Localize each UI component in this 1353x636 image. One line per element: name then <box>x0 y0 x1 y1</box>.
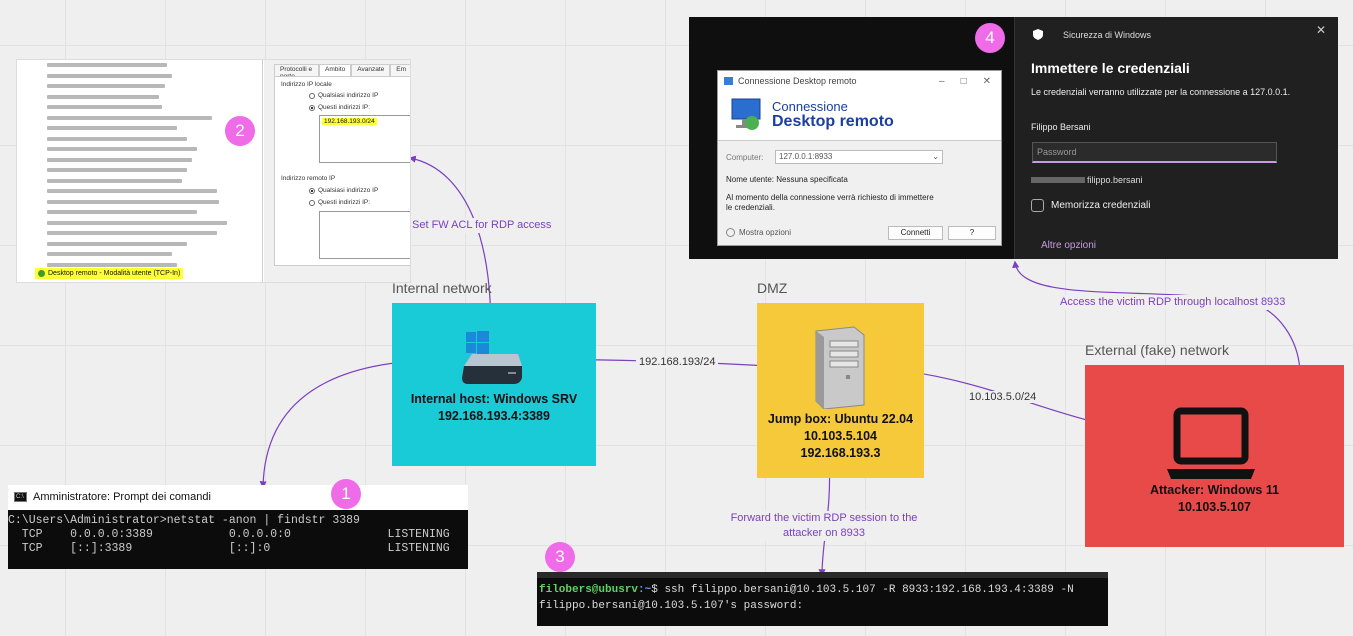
internal-subnet-label: 192.168.193/24 <box>636 356 719 368</box>
step-badge-2: 2 <box>225 116 255 146</box>
rdp-screenshot: Connessione Desktop remoto – □ ✕ Connessio… <box>689 17 1338 259</box>
internal-host-address: 192.168.193.4:3389 <box>438 409 550 423</box>
ssh-command: ssh filippo.bersani@10.103.5.107 -R 8933… <box>664 584 1074 596</box>
connect-button[interactable]: Connetti <box>888 226 943 240</box>
minimize-icon[interactable]: – <box>939 76 945 87</box>
cmd-line-2: TCP 0.0.0.0:3389 0.0.0.0:0 LISTENING <box>8 528 450 541</box>
shield-icon <box>1033 29 1043 40</box>
tab-scope[interactable]: Ambito <box>319 64 352 76</box>
cmd-line-3: TCP [::]:3389 [::]:0 LISTENING <box>8 542 450 555</box>
local-any-ip-radio[interactable]: Qualsiasi indirizzo IP <box>309 92 378 99</box>
dmz-title: DMZ <box>757 280 788 296</box>
computer-label: Computer: <box>726 153 764 162</box>
internal-host-name: Internal host: Windows SRV <box>410 392 578 406</box>
help-button[interactable]: ? <box>948 226 996 240</box>
account-line: filippo.bersani <box>1031 175 1143 185</box>
external-network-title: External (fake) network <box>1085 342 1229 358</box>
remember-label: Memorizza credenziali <box>1051 200 1151 211</box>
mstsc-banner-line2: Desktop remoto <box>772 113 894 130</box>
firewall-rule-screenshot: Desktop remoto - Modalità utente (TCP-In… <box>16 59 411 283</box>
fw-acl-label: Set FW ACL for RDP access <box>412 218 552 233</box>
external-subnet-label: 10.103.5.0/24 <box>966 391 1040 403</box>
external-network-zone: Attacker: Windows 11 10.103.5.107 <box>1085 365 1344 547</box>
close-icon[interactable]: ✕ <box>1316 23 1326 37</box>
step-badge-3: 3 <box>545 542 575 572</box>
cmd-output[interactable]: C:\Users\Administrator>netstat -anon | f… <box>8 510 468 569</box>
mstsc-titlebar: Connessione Desktop remoto – □ ✕ <box>718 71 1001 91</box>
server-tower-icon <box>815 326 865 409</box>
internal-network-zone: Internal host: Windows SRV 192.168.193.4… <box>392 303 596 466</box>
jump-box-name: Jump box: Ubuntu 22.04 <box>767 412 914 426</box>
cmd-line-1: C:\Users\Administrator>netstat -anon | f… <box>8 514 360 527</box>
dmz-zone: Jump box: Ubuntu 22.04 10.103.5.104 192.… <box>757 303 924 478</box>
tab-more[interactable]: Em <box>390 64 410 76</box>
security-header: Sicurezza di Windows <box>1033 29 1151 40</box>
selected-firewall-rule[interactable]: Desktop remoto - Modalità utente (TCP-In… <box>35 268 184 279</box>
local-ip-value: 192.168.193.0/24 <box>322 118 377 125</box>
windows-server-icon <box>462 331 522 384</box>
ssh-line-1: filobers@ubusrv:~$ ssh filippo.bersani@1… <box>539 582 1108 598</box>
scope-panel: Indirizzo IP locale Qualsiasi indirizzo … <box>274 76 410 266</box>
cmd-window: C:\ Amministratore: Prompt dei comandi C… <box>8 485 468 569</box>
enabled-check-icon <box>38 270 45 277</box>
remote-ip-list[interactable] <box>319 211 410 259</box>
local-ip-heading: Indirizzo IP locale <box>281 81 332 88</box>
attacker-address: 10.103.5.107 <box>1178 500 1251 514</box>
remote-these-ips-radio[interactable]: Questi indirizzi IP: <box>309 199 370 206</box>
credentials-note: Al momento della connessione verrà richi… <box>726 193 934 212</box>
ssh-prompt: $ <box>651 584 665 596</box>
chevron-down-icon[interactable]: ⌄ <box>932 151 939 163</box>
step-badge-4: 4 <box>975 23 1005 53</box>
firewall-rule-list: Desktop remoto - Modalità utente (TCP-In… <box>17 60 263 282</box>
username-line: Nome utente: Nessuna specificata <box>726 175 848 184</box>
remote-desktop-dialog: Connessione Desktop remoto – □ ✕ Connessio… <box>717 70 1002 246</box>
redacted-domain <box>1031 177 1085 183</box>
cmd-title: Amministratore: Prompt dei comandi <box>33 490 211 503</box>
jump-box-int-ip: 192.168.193.3 <box>800 446 881 460</box>
forward-label-line1: Forward the victim RDP session to the <box>730 512 918 524</box>
remote-any-ip-radio[interactable]: Qualsiasi indirizzo IP <box>309 187 378 194</box>
remote-desktop-icon <box>731 98 761 130</box>
close-icon[interactable]: ✕ <box>983 76 991 87</box>
security-message: Le credenziali verranno utilizzate per l… <box>1031 87 1291 97</box>
selected-rule-label: Desktop remoto - Modalità utente (TCP-In… <box>48 270 181 277</box>
attacker-name: Attacker: Windows 11 <box>1149 483 1280 497</box>
cmd-titlebar: C:\ Amministratore: Prompt dei comandi <box>8 485 468 508</box>
ssh-line-2: filippo.bersani@10.103.5.107's password: <box>539 600 804 612</box>
mstsc-banner: Connessione Desktop remoto <box>718 91 1001 141</box>
maximize-icon[interactable]: □ <box>961 76 967 87</box>
forward-label-line2: attacker on 8933 <box>783 527 865 539</box>
password-field[interactable]: Password <box>1032 142 1277 163</box>
cmd-icon: C:\ <box>14 491 27 502</box>
show-options[interactable]: Mostra opzioni <box>726 228 791 237</box>
show-options-label: Mostra opzioni <box>739 228 792 237</box>
ssh-terminal[interactable]: filobers@ubusrv:~$ ssh filippo.bersani@1… <box>537 572 1108 626</box>
laptop-icon <box>1167 407 1255 479</box>
remember-credentials-checkbox[interactable]: Memorizza credenziali <box>1031 199 1150 212</box>
firewall-properties-panel: Protocolli e porte Ambito Avanzate Em In… <box>264 60 410 282</box>
step-badge-1: 1 <box>331 479 361 509</box>
mstsc-title: Connessione Desktop remoto <box>738 76 857 86</box>
windows-security-dialog: Sicurezza di Windows ✕ Immettere le cred… <box>1014 17 1338 259</box>
security-title: Immettere le credenziali <box>1031 60 1190 76</box>
jump-box-ext-ip: 10.103.5.104 <box>804 429 877 443</box>
account-name: filippo.bersani <box>1087 175 1143 185</box>
computer-input[interactable]: 127.0.0.1:8933 ⌄ <box>775 150 943 164</box>
forward-label: Forward the victim RDP session to the at… <box>722 511 926 541</box>
security-user: Filippo Bersani <box>1031 122 1091 132</box>
security-header-label: Sicurezza di Windows <box>1063 29 1152 40</box>
mstsc-banner-line1: Connessione <box>772 99 848 114</box>
more-options-link[interactable]: Altre opzioni <box>1041 240 1096 251</box>
tab-advanced[interactable]: Avanzate <box>351 64 391 76</box>
tab-protocols[interactable]: Protocolli e porte <box>274 64 320 80</box>
ssh-path: :~ <box>638 584 652 596</box>
access-rdp-label: Access the victim RDP through localhost … <box>1060 295 1286 310</box>
remote-ip-heading: Indirizzo remoto IP <box>281 175 336 182</box>
mstsc-app-icon <box>724 77 733 85</box>
local-these-ips-radio[interactable]: Questi indirizzi IP: <box>309 104 370 111</box>
ssh-user: filobers@ubusrv <box>539 584 639 596</box>
expand-icon <box>726 228 735 237</box>
internal-network-title: Internal network <box>392 280 492 296</box>
local-ip-list[interactable]: 192.168.193.0/24 <box>319 115 410 163</box>
